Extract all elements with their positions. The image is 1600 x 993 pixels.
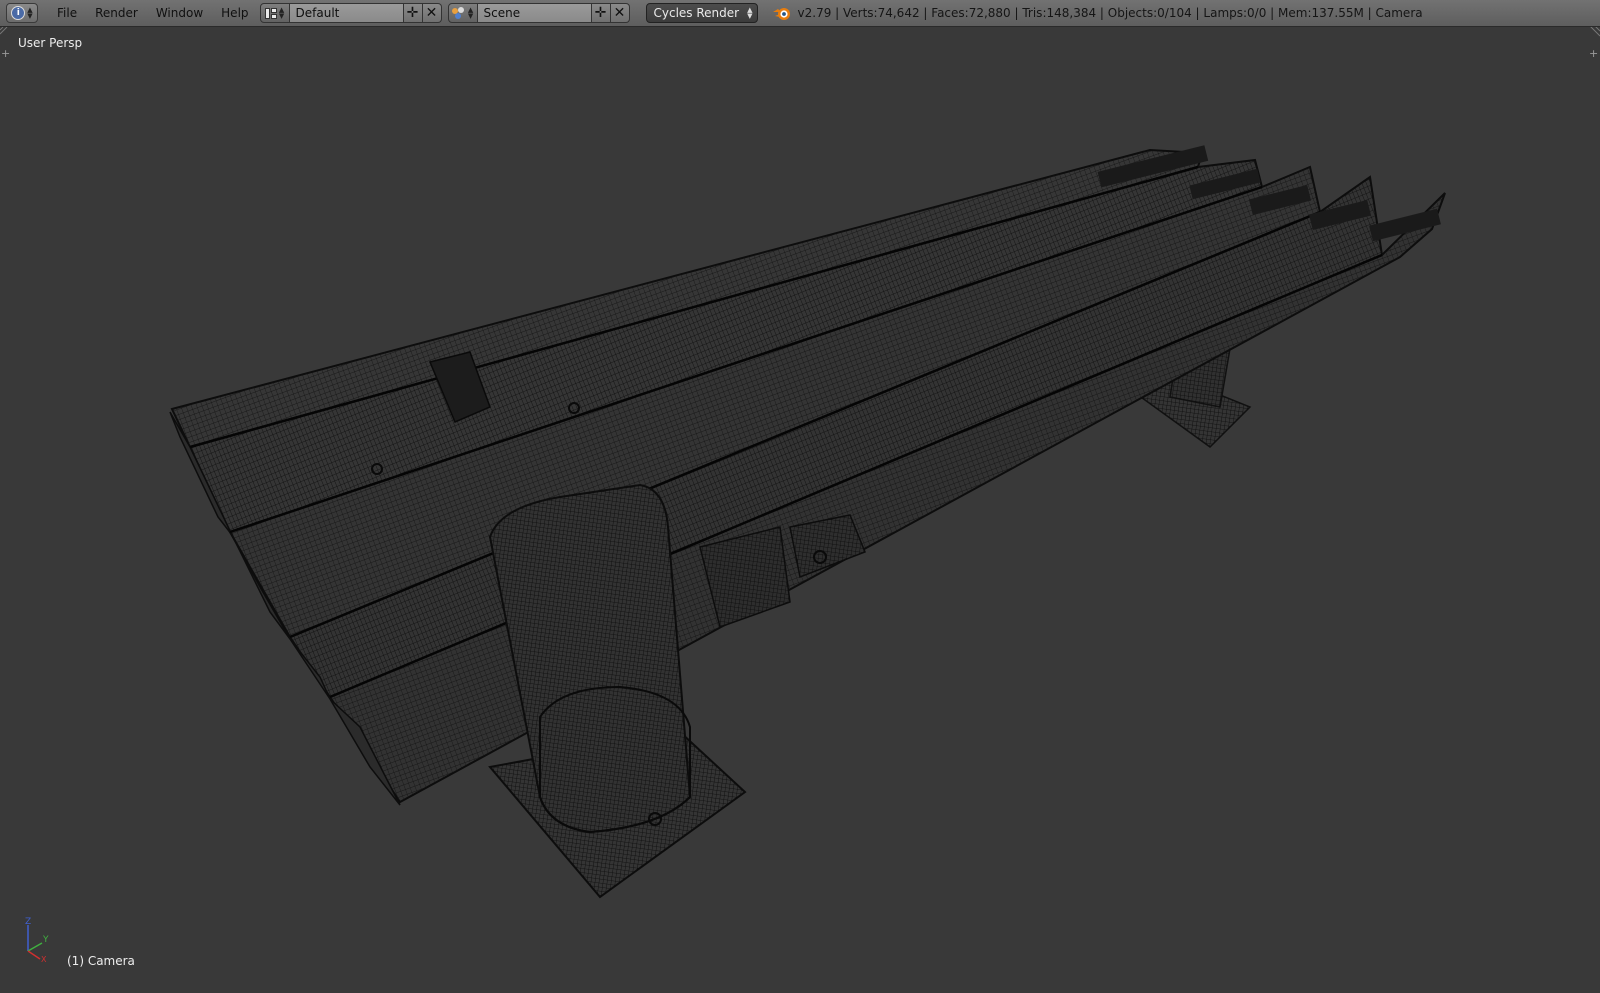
scene-icon bbox=[451, 7, 466, 19]
menu-help[interactable]: Help bbox=[212, 0, 257, 27]
editor-type-selector[interactable]: i ▲ ▼ bbox=[6, 3, 38, 23]
screen-layout-selector: ▲ ▼ Default ✛ ✕ bbox=[259, 3, 442, 23]
scene-selector: ▲ ▼ Scene ✛ ✕ bbox=[447, 3, 630, 23]
axis-z-label: Z bbox=[25, 917, 31, 927]
active-object-label: (1) Camera bbox=[67, 954, 135, 968]
axis-y-label: Y bbox=[42, 935, 49, 945]
close-icon: ✕ bbox=[425, 5, 438, 21]
add-scene-button[interactable]: ✛ bbox=[591, 3, 611, 23]
add-screen-button[interactable]: ✛ bbox=[403, 3, 423, 23]
render-engine-label: Cycles Render bbox=[653, 6, 740, 20]
remove-screen-button[interactable]: ✕ bbox=[422, 3, 442, 23]
3d-viewport[interactable]: + + User Persp Z Y X (1) Camera bbox=[0, 27, 1600, 993]
up-down-arrows-icon: ▲ ▼ bbox=[467, 6, 474, 20]
close-icon: ✕ bbox=[613, 5, 626, 21]
bench-wireframe-model bbox=[169, 145, 1446, 899]
axis-gizmo: Z Y X bbox=[25, 917, 49, 963]
menu-window[interactable]: Window bbox=[147, 0, 212, 27]
screen-layout-icon bbox=[264, 7, 277, 19]
remove-scene-button[interactable]: ✕ bbox=[610, 3, 630, 23]
axis-x-label: X bbox=[41, 955, 47, 963]
up-down-arrows-icon: ▲ ▼ bbox=[278, 6, 285, 20]
info-header: i ▲ ▼ File Render Window Help ▲ ▼ Default … bbox=[0, 0, 1600, 27]
menu-file[interactable]: File bbox=[48, 0, 86, 27]
seat-slats bbox=[169, 145, 1446, 806]
scene-name-field[interactable]: Scene bbox=[477, 3, 592, 23]
scene-browse-button[interactable]: ▲ ▼ bbox=[447, 3, 478, 23]
render-engine-dropdown[interactable]: Cycles Render ▲ ▼ bbox=[645, 3, 758, 23]
screen-layout-name-field[interactable]: Default bbox=[289, 3, 404, 23]
plus-icon: ✛ bbox=[406, 5, 419, 21]
screen-layout-browse-button[interactable]: ▲ ▼ bbox=[259, 3, 290, 23]
plus-icon: ✛ bbox=[594, 5, 607, 21]
up-down-arrows-icon: ▲ ▼ bbox=[27, 6, 33, 20]
info-icon: i bbox=[11, 6, 26, 20]
blender-logo-icon bbox=[772, 8, 790, 20]
menu-render[interactable]: Render bbox=[86, 0, 147, 27]
main-menu: File Render Window Help bbox=[48, 0, 258, 27]
scene-statistics: v2.79 | Verts:74,642 | Faces:72,880 | Tr… bbox=[797, 5, 1423, 20]
up-down-arrows-icon: ▲ ▼ bbox=[747, 6, 753, 20]
